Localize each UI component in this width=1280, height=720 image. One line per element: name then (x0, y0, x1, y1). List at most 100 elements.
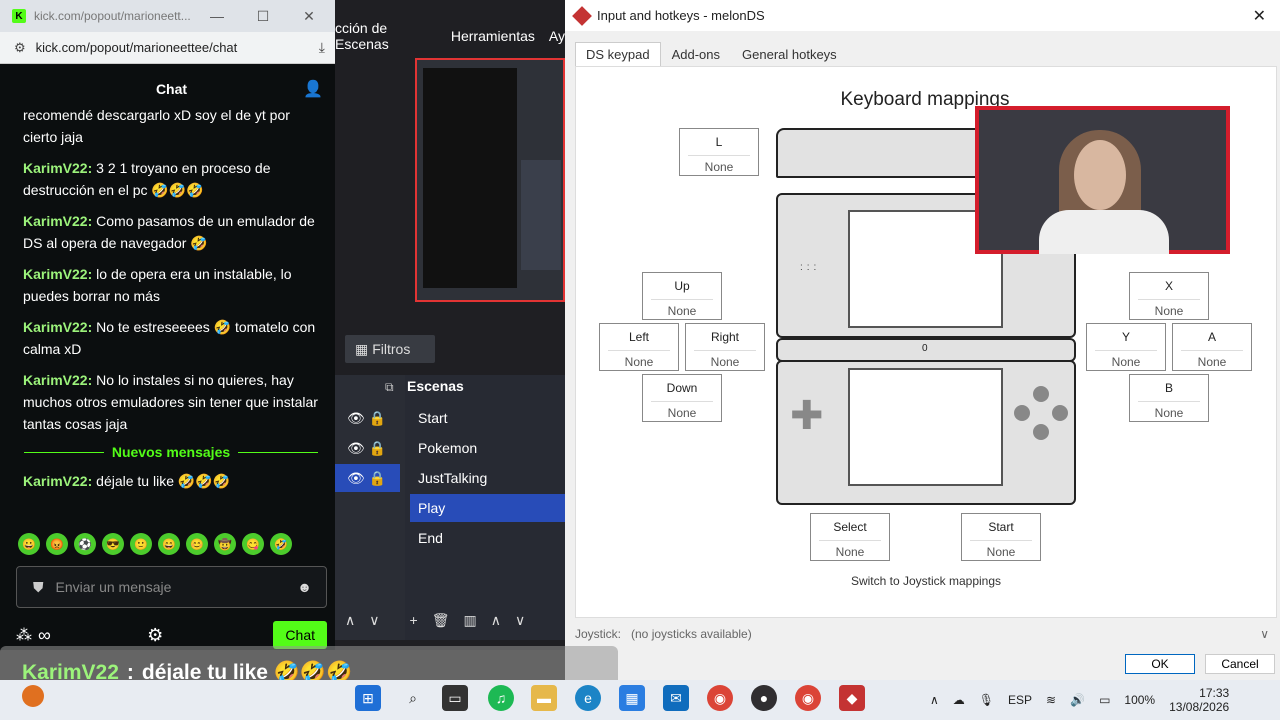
joystick-select[interactable]: (no joysticks available) (631, 627, 1260, 641)
tab-ds-keypad[interactable]: DS keypad (575, 42, 661, 66)
key-b[interactable]: B None (1129, 374, 1209, 422)
chat-input-placeholder[interactable]: Enviar un mensaje (56, 579, 172, 595)
windows-start-icon[interactable]: ⊞ (355, 685, 381, 711)
settings-gear-icon[interactable]: ⚙ (147, 625, 163, 646)
ok-button[interactable]: OK (1125, 654, 1195, 674)
eye-icon[interactable]: 👁 (347, 440, 365, 456)
menu-scene-collection[interactable]: cción de Escenas (335, 20, 437, 52)
chat-input-box[interactable]: ⛊ Enviar un mensaje ☻ (16, 566, 327, 608)
emote-icon[interactable]: 🤣 (270, 533, 292, 555)
tab-add-ons[interactable]: Add-ons (661, 42, 731, 66)
move-up-icon[interactable]: ∧ (491, 612, 501, 629)
emote-icon[interactable]: 😊 (186, 533, 208, 555)
menu-tools[interactable]: Herramientas (451, 28, 535, 44)
key-up[interactable]: Up None (642, 272, 722, 320)
key-y[interactable]: Y None (1086, 323, 1166, 371)
panel-dock-icon[interactable]: ⧉ (385, 380, 394, 395)
volume-icon[interactable]: 🔊 (1070, 693, 1085, 707)
points-icon[interactable]: ⁂ (16, 625, 32, 645)
emote-icon[interactable]: 🤠 (214, 533, 236, 555)
key-l[interactable]: L None (679, 128, 759, 176)
emote-icon[interactable]: ⚽ (74, 533, 96, 555)
move-down-icon[interactable]: ∨ (369, 612, 379, 629)
chat-username[interactable]: KarimV22: (23, 473, 92, 489)
scene-item[interactable]: JustTalking (410, 464, 565, 492)
spotify-icon[interactable]: ♫ (488, 685, 514, 711)
search-icon[interactable]: ⌕ (400, 685, 426, 711)
chat-message-list: recomendé descargarlo xD soy el de yt po… (8, 104, 326, 524)
outlook-icon[interactable]: ✉ (663, 685, 689, 711)
site-settings-icon[interactable]: ⚙ (14, 40, 26, 56)
download-icon[interactable]: ⤓ (319, 39, 325, 56)
switch-to-joystick-button[interactable]: Switch to Joystick mappings (826, 574, 1026, 588)
chat-username[interactable]: KarimV22: (23, 372, 92, 388)
chrome-icon[interactable]: ◉ (707, 685, 733, 711)
widgets-icon[interactable] (22, 685, 44, 707)
chat-username[interactable]: KarimV22: (23, 160, 92, 176)
chat-username[interactable]: KarimV22: (23, 319, 92, 335)
url-text[interactable]: kick.com/popout/marioneettee/chat (36, 40, 319, 55)
task-view-icon[interactable]: ▭ (442, 685, 468, 711)
properties-icon[interactable]: ▥ (463, 612, 476, 629)
lock-icon[interactable]: 🔒 (369, 440, 386, 456)
chat-username[interactable]: KarimV22: (23, 266, 92, 282)
chat-message: KarimV22: lo de opera era un instalable,… (23, 266, 292, 304)
key-x[interactable]: X None (1129, 272, 1209, 320)
lock-icon[interactable]: 🔒 (369, 410, 386, 426)
clock[interactable]: 17:33 13/08/2026 (1169, 686, 1229, 714)
move-up-icon[interactable]: ∧ (345, 612, 355, 629)
add-icon[interactable]: + (410, 612, 418, 629)
trash-icon[interactable]: 🗑 (432, 612, 450, 629)
chevron-up-icon[interactable]: ∧ (930, 693, 939, 707)
scene-item[interactable]: End (410, 524, 565, 552)
eye-icon[interactable]: 👁 (347, 470, 365, 486)
key-right[interactable]: Right None (685, 323, 765, 371)
emote-icon[interactable]: 😋 (242, 533, 264, 555)
emoji-picker-icon[interactable]: ☻ (297, 579, 312, 595)
move-down-icon[interactable]: ∨ (515, 612, 525, 629)
browser-address-bar[interactable]: ⚙ kick.com/popout/marioneettee/chat ⤓ (0, 32, 335, 64)
infinity-icon[interactable]: ∞ (38, 625, 51, 646)
battery-percent: 100% (1124, 693, 1156, 707)
edge-icon[interactable]: e (575, 685, 601, 711)
user-settings-icon[interactable]: 👤 (303, 79, 323, 99)
emote-icon[interactable]: 😀 (18, 533, 40, 555)
chat-username[interactable]: KarimV22: (23, 213, 92, 229)
key-left[interactable]: Left None (599, 323, 679, 371)
wifi-icon[interactable]: ≋ (1046, 693, 1056, 707)
menu-help[interactable]: Ay (549, 28, 565, 44)
chrome-icon[interactable]: ◉ (795, 685, 821, 711)
close-button[interactable]: ✕ (286, 8, 332, 25)
eye-icon[interactable]: 👁 (347, 410, 365, 426)
key-down[interactable]: Down None (642, 374, 722, 422)
emote-icon[interactable]: 😡 (46, 533, 68, 555)
obs-icon[interactable]: ● (751, 685, 777, 711)
scene-item[interactable]: Start (410, 404, 565, 432)
scene-item-selected[interactable]: Play (410, 494, 565, 522)
filters-button[interactable]: ▦ Filtros (345, 335, 435, 363)
battery-icon[interactable]: ▭ (1099, 693, 1110, 707)
tab-general-hotkeys[interactable]: General hotkeys (731, 42, 848, 66)
emote-icon[interactable]: 🙂 (130, 533, 152, 555)
language-indicator[interactable]: ESP (1008, 693, 1032, 707)
key-select[interactable]: Select None (810, 513, 890, 561)
minimize-button[interactable]: — (194, 8, 240, 24)
cloud-icon[interactable]: ☁ (953, 693, 965, 707)
store-icon[interactable]: ▦ (619, 685, 645, 711)
emote-icon[interactable]: 😄 (158, 533, 180, 555)
emote-icon[interactable]: 😎 (102, 533, 124, 555)
lock-icon[interactable]: 🔒 (369, 470, 386, 486)
scene-item[interactable]: Pokemon (410, 434, 565, 462)
microphone-icon[interactable]: 🎙 (979, 693, 994, 707)
melonds-taskbar-icon[interactable]: ◆ (839, 685, 865, 711)
maximize-button[interactable]: ☐ (240, 8, 286, 25)
cancel-button[interactable]: Cancel (1205, 654, 1275, 674)
shield-icon: ⛊ (33, 578, 44, 595)
file-explorer-icon[interactable]: ▬ (531, 685, 557, 711)
chevron-down-icon[interactable]: ∨ (1260, 627, 1269, 641)
dialog-close-button[interactable]: ✕ (1253, 6, 1266, 26)
key-a[interactable]: A None (1172, 323, 1252, 371)
key-start[interactable]: Start None (961, 513, 1041, 561)
obs-preview[interactable] (415, 58, 565, 302)
chat-send-button[interactable]: Chat (273, 621, 327, 649)
